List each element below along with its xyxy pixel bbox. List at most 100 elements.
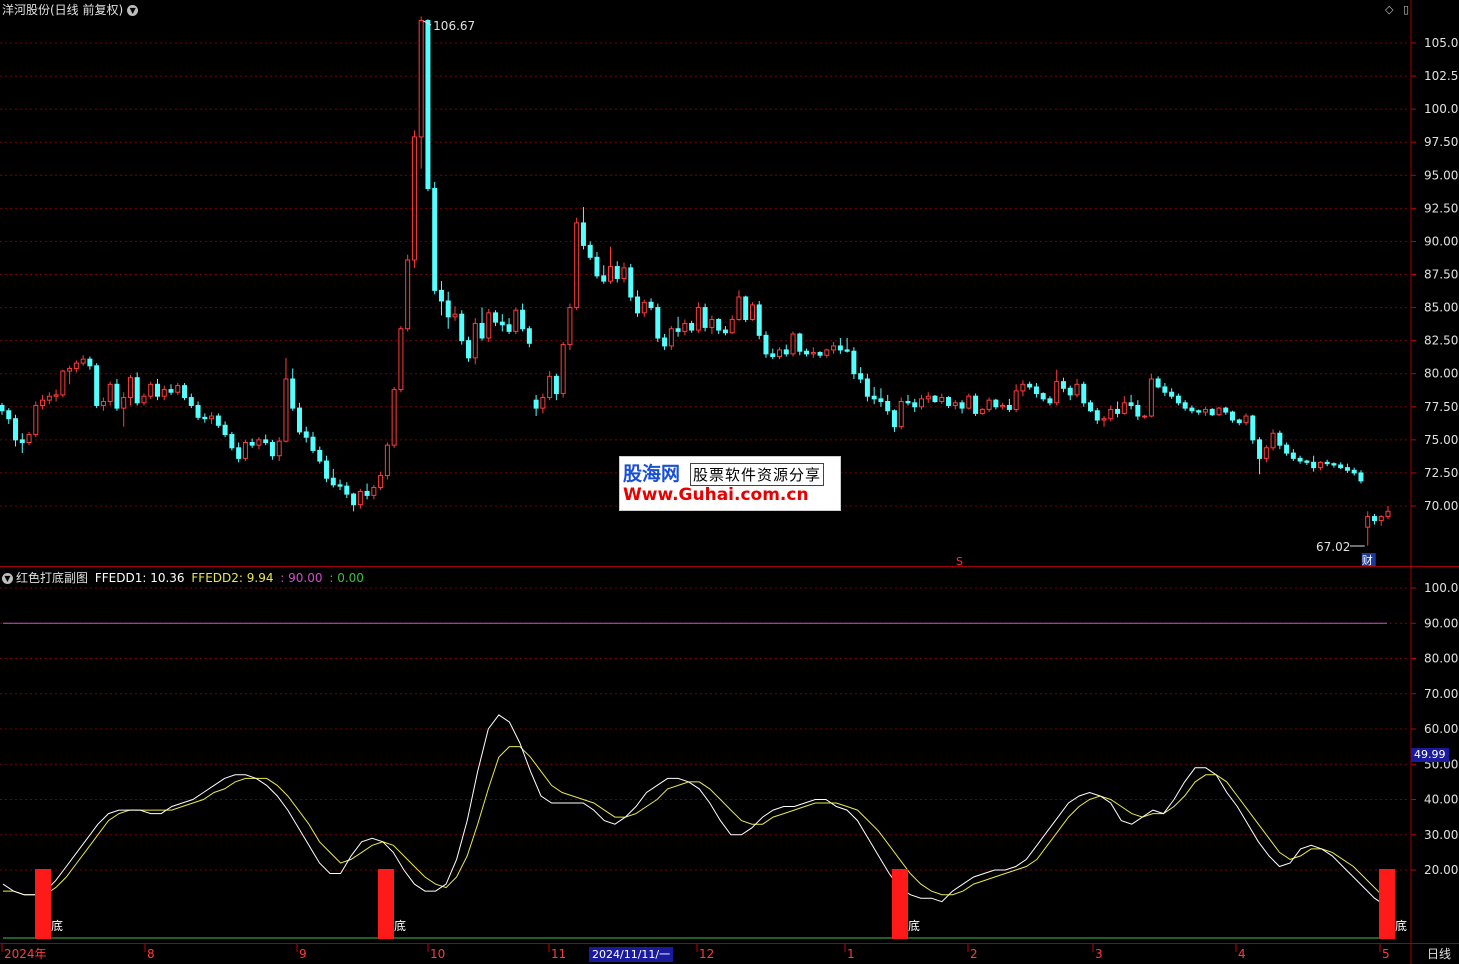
candle[interactable]: [763, 331, 769, 358]
candle[interactable]: [675, 316, 681, 337]
candle[interactable]: [662, 334, 668, 350]
chevron-down-icon[interactable]: ▼: [2, 573, 13, 584]
candle[interactable]: [155, 379, 161, 401]
candle[interactable]: [236, 442, 242, 463]
candle[interactable]: [973, 393, 979, 417]
candle[interactable]: [0, 402, 5, 415]
candle[interactable]: [384, 442, 390, 480]
candle[interactable]: [1060, 377, 1066, 393]
candle[interactable]: [222, 421, 228, 438]
candle[interactable]: [398, 326, 404, 393]
diamond-icon[interactable]: ◇: [1385, 3, 1393, 16]
candle[interactable]: [790, 331, 796, 357]
candle[interactable]: [114, 379, 120, 411]
candle[interactable]: [513, 307, 519, 335]
candle[interactable]: [993, 398, 999, 410]
candle[interactable]: [80, 355, 86, 366]
candle[interactable]: [324, 455, 330, 483]
candle[interactable]: [499, 314, 505, 332]
candle[interactable]: [94, 363, 100, 409]
candle[interactable]: [506, 318, 512, 335]
candle[interactable]: [418, 16, 424, 169]
candle[interactable]: [263, 434, 269, 446]
candle[interactable]: [547, 371, 553, 401]
candle[interactable]: [1169, 388, 1175, 399]
candle[interactable]: [1263, 445, 1269, 463]
candle[interactable]: [1013, 384, 1019, 413]
candle[interactable]: [1094, 408, 1100, 424]
candle[interactable]: [472, 318, 478, 365]
candle[interactable]: [1324, 459, 1330, 467]
candle[interactable]: [1304, 459, 1310, 465]
candle[interactable]: [1229, 410, 1235, 423]
candle[interactable]: [1378, 515, 1384, 526]
candle[interactable]: [445, 291, 451, 329]
candle[interactable]: [959, 400, 965, 414]
candle[interactable]: [580, 207, 586, 250]
candle[interactable]: [351, 492, 357, 512]
candle[interactable]: [391, 386, 397, 448]
candle[interactable]: [127, 375, 133, 406]
candle[interactable]: [979, 408, 985, 415]
candle[interactable]: [148, 381, 154, 399]
candle[interactable]: [905, 394, 911, 406]
candle[interactable]: [405, 254, 411, 332]
candle[interactable]: [1128, 394, 1134, 410]
candle[interactable]: [1006, 398, 1012, 413]
candle[interactable]: [466, 336, 472, 362]
period-label[interactable]: 日线: [1427, 945, 1451, 962]
candle[interactable]: [722, 326, 728, 336]
candle[interactable]: [107, 381, 113, 406]
candle[interactable]: [26, 431, 32, 446]
candle[interactable]: [1155, 376, 1161, 389]
candle[interactable]: [1115, 401, 1121, 418]
candle[interactable]: [918, 394, 924, 410]
candle[interactable]: [1121, 396, 1127, 415]
candle[interactable]: [851, 347, 857, 380]
candle[interactable]: [1047, 396, 1053, 406]
candle[interactable]: [141, 393, 147, 406]
candle[interactable]: [188, 393, 194, 409]
candle[interactable]: [344, 482, 350, 499]
candle[interactable]: [269, 439, 275, 460]
candle[interactable]: [858, 367, 864, 383]
candle[interactable]: [6, 408, 12, 424]
candle[interactable]: [668, 326, 674, 350]
candle[interactable]: [952, 400, 958, 410]
candle[interactable]: [438, 281, 444, 316]
candle[interactable]: [425, 19, 431, 192]
candle[interactable]: [553, 373, 559, 401]
candle[interactable]: [655, 303, 661, 342]
candle[interactable]: [533, 394, 539, 417]
candle[interactable]: [716, 318, 722, 335]
indicator-title[interactable]: ▼ 红色打底副图 FFEDD1: 10.36 FFEDD2: 9.94 : 90.…: [2, 569, 364, 586]
candle[interactable]: [1027, 381, 1033, 390]
candle[interactable]: [1040, 392, 1046, 402]
candle[interactable]: [1236, 418, 1242, 426]
candle[interactable]: [607, 246, 613, 284]
candle[interactable]: [1182, 400, 1188, 411]
candle[interactable]: [925, 392, 931, 403]
candle[interactable]: [161, 385, 167, 401]
candle[interactable]: [1277, 430, 1283, 450]
candle[interactable]: [810, 347, 816, 358]
candle[interactable]: [574, 217, 580, 311]
candle[interactable]: [33, 401, 39, 438]
candle[interactable]: [493, 310, 499, 327]
candle[interactable]: [1148, 373, 1154, 418]
candle[interactable]: [1284, 442, 1290, 456]
candle[interactable]: [736, 290, 742, 321]
candle[interactable]: [53, 389, 59, 402]
chart-title[interactable]: 洋河股份(日线 前复权) ▼: [2, 1, 139, 18]
candle[interactable]: [1331, 462, 1337, 468]
candle[interactable]: [1344, 463, 1350, 473]
candle[interactable]: [60, 369, 66, 398]
candle[interactable]: [628, 263, 634, 301]
square-icon[interactable]: ▯: [1403, 3, 1409, 16]
candle[interactable]: [831, 341, 837, 354]
candle[interactable]: [614, 261, 620, 283]
candle[interactable]: [689, 320, 695, 333]
candle[interactable]: [364, 483, 370, 500]
candle[interactable]: [932, 394, 938, 403]
candle[interactable]: [378, 471, 384, 491]
